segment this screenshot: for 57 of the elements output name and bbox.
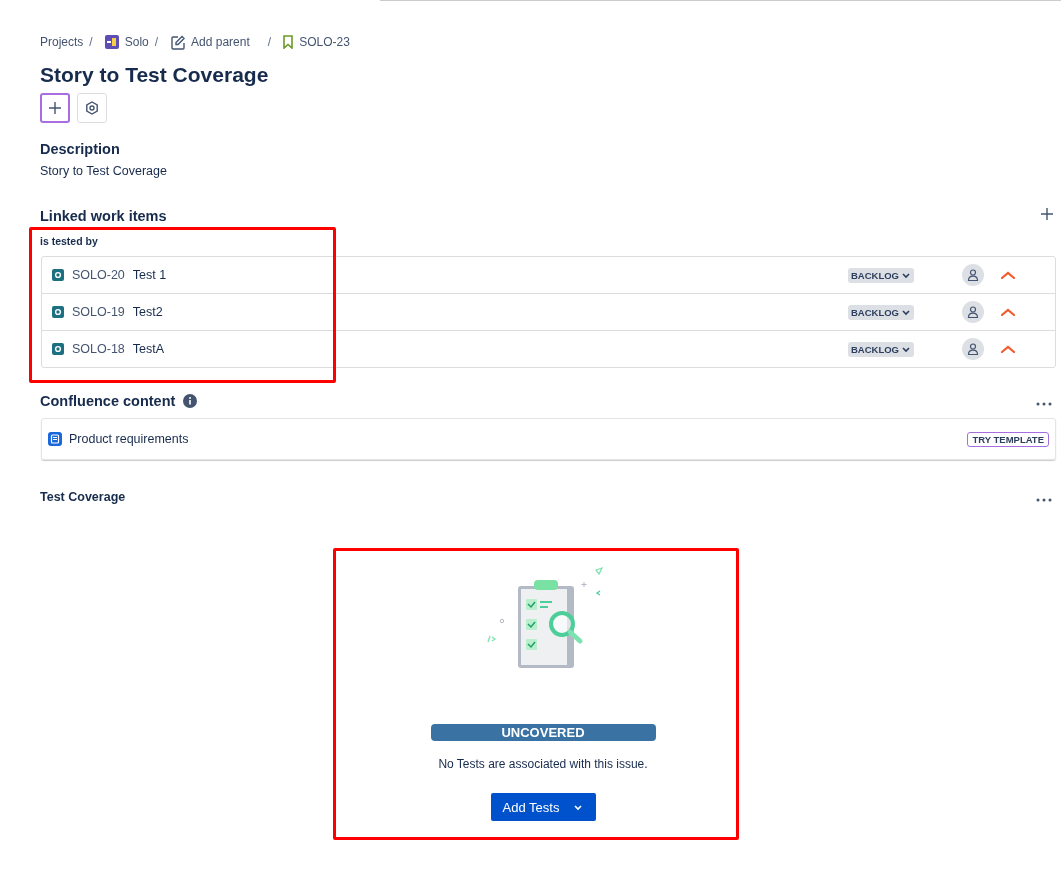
priority-high-icon [1001,308,1015,316]
more-icon [1036,402,1052,406]
breadcrumb-link[interactable]: Add parent [170,34,250,50]
plus-icon [1040,207,1054,221]
test-type-icon [52,306,64,318]
linked-item-row[interactable]: SOLO-20 Test 1 BACKLOG [42,257,1055,293]
coverage-status-bar: UNCOVERED [430,724,656,741]
issue-key[interactable]: SOLO-18 [72,342,125,356]
issue-summary: Test2 [132,305,164,319]
plus-icon [48,101,62,115]
project-icon [104,35,119,49]
chevron-down-icon [573,802,584,812]
person-icon [967,269,979,281]
priority-high-icon [1001,345,1015,353]
page-title-text: Product requirements [69,432,190,446]
breadcrumb-link[interactable]: SOLO-23 [283,35,350,49]
relation-label: is tested by [40,235,99,247]
bookmark-icon [283,35,294,49]
issue-key[interactable]: SOLO-20 [72,268,125,282]
breadcrumb-link[interactable]: Solo [104,35,149,49]
status-dropdown[interactable]: BACKLOG [847,304,914,320]
issue-summary: Test 1 [132,268,168,282]
person-icon [967,343,979,355]
more-icon [1036,498,1052,502]
section-heading: Description [40,141,121,157]
edit-icon [170,34,186,50]
linked-item-row[interactable]: SOLO-18 TestA BACKLOG [42,330,1055,367]
issue-key[interactable]: SOLO-19 [72,305,125,319]
info-icon [183,394,198,408]
breadcrumb-separator: / [89,35,93,49]
test-type-icon [52,269,64,281]
chevron-down-icon [901,344,911,354]
section-heading: Test Coverage [40,490,126,504]
chevron-down-icon [901,307,911,317]
apps-button[interactable] [77,93,107,123]
section-heading: Linked work items [40,208,167,224]
status-dropdown[interactable]: BACKLOG [847,341,914,357]
page-icon [48,432,62,446]
person-icon [967,306,979,318]
priority-high-icon [1001,271,1015,279]
status-dropdown[interactable]: BACKLOG [847,267,914,283]
add-button[interactable] [40,93,70,123]
breadcrumb-separator: / [154,35,159,49]
empty-message: No Tests are associated with this issue. [438,757,648,771]
linked-item-row[interactable]: SOLO-19 Test2 BACKLOG [42,293,1055,330]
section-heading: Confluence content [40,393,176,409]
confluence-card[interactable]: Product requirements TRY TEMPLATE [41,418,1056,460]
description-text: Story to Test Coverage [40,164,168,178]
breadcrumb-link[interactable]: Projects [40,35,84,49]
try-template-badge: TRY TEMPLATE [967,431,1049,447]
chevron-down-icon [901,270,911,280]
test-type-icon [52,343,64,355]
add-tests-button[interactable]: Add Tests [490,793,596,821]
page-title: Story to Test Coverage [40,63,270,87]
issue-summary: TestA [132,342,166,356]
hexagon-icon [85,101,99,115]
breadcrumb-separator: / [267,35,272,49]
